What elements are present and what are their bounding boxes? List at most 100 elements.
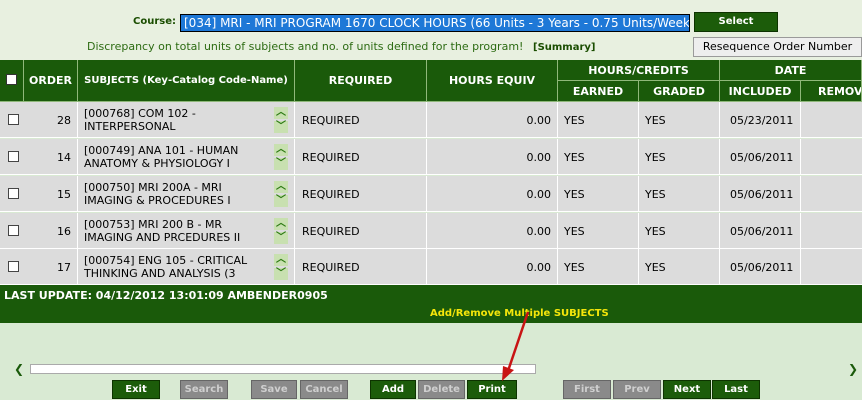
header-removed[interactable]: REMOVE <box>801 81 862 102</box>
cancel-button[interactable]: Cancel <box>300 380 348 399</box>
header-hours-equiv[interactable]: HOURS EQUIV <box>427 60 558 102</box>
row-checkbox[interactable] <box>8 188 19 199</box>
course-label: Course: <box>133 16 176 27</box>
last-button[interactable]: Last <box>712 380 760 399</box>
row-hours-equiv: 0.00 <box>427 213 558 249</box>
table-row[interactable]: 28 [000768] COM 102 - INTERPERSONAL ︿ ﹀ … <box>0 102 862 138</box>
scroll-left-icon[interactable]: ❮ <box>14 362 24 376</box>
row-checkbox[interactable] <box>8 151 19 162</box>
search-button[interactable]: Search <box>180 380 228 399</box>
table-row[interactable]: 15 [000750] MRI 200A - MRI IMAGING & PRO… <box>0 176 862 212</box>
row-subject-line2: IMAGING AND PRCEDURES II <box>84 231 241 244</box>
table-row[interactable]: 16 [000753] MRI 200 B - MR IMAGING AND P… <box>0 213 862 249</box>
row-hours-equiv: 0.00 <box>427 176 558 212</box>
chevron-up-icon[interactable]: ︿ <box>274 107 288 119</box>
row-subject-line1: [000749] ANA 101 - HUMAN <box>84 144 239 157</box>
course-form: Course: [034] MRI - MRI PROGRAM 1670 CLO… <box>0 0 862 60</box>
row-included-date: 05/23/2011 <box>720 102 801 138</box>
header-required[interactable]: REQUIRED <box>295 60 427 102</box>
add-remove-multiple-link[interactable]: Add/Remove Multiple SUBJECTS <box>430 308 609 319</box>
header-date: DATE <box>720 60 862 81</box>
row-graded: YES <box>639 249 720 285</box>
row-required: REQUIRED <box>295 102 427 138</box>
row-order: 16 <box>24 213 78 249</box>
select-button[interactable]: Select <box>694 12 778 32</box>
row-hours-equiv: 0.00 <box>427 139 558 175</box>
table-row[interactable]: 17 [000754] ENG 105 - CRITICAL THINKING … <box>0 249 862 285</box>
row-subject-line2: INTERPERSONAL <box>84 120 176 133</box>
exit-button[interactable]: Exit <box>112 380 160 399</box>
last-update-bar: LAST UPDATE: 04/12/2012 13:01:09 AMBENDE… <box>0 285 862 323</box>
row-required: REQUIRED <box>295 139 427 175</box>
row-earned: YES <box>558 249 639 285</box>
chevron-down-icon[interactable]: ﹀ <box>274 232 288 244</box>
row-subject-line1: [000753] MRI 200 B - MR <box>84 218 223 231</box>
row-subject-line1: [000754] ENG 105 - CRITICAL <box>84 254 248 267</box>
row-included-date: 05/06/2011 <box>720 213 801 249</box>
row-required: REQUIRED <box>295 213 427 249</box>
reorder-arrows[interactable]: ︿ ﹀ <box>274 254 288 280</box>
discrepancy-message: Discrepancy on total units of subjects a… <box>87 40 524 53</box>
row-required: REQUIRED <box>295 176 427 212</box>
row-subject-line1: [000768] COM 102 - <box>84 107 196 120</box>
header-subjects[interactable]: SUBJECTS (Key-Catalog Code-Name) <box>78 60 295 102</box>
chevron-up-icon[interactable]: ︿ <box>274 254 288 266</box>
reorder-arrows[interactable]: ︿ ﹀ <box>274 107 288 133</box>
row-graded: YES <box>639 139 720 175</box>
next-button[interactable]: Next <box>663 380 711 399</box>
row-earned: YES <box>558 213 639 249</box>
row-earned: YES <box>558 102 639 138</box>
row-graded: YES <box>639 102 720 138</box>
header-included[interactable]: INCLUDED <box>720 81 801 102</box>
save-button[interactable]: Save <box>251 380 297 399</box>
row-graded: YES <box>639 213 720 249</box>
chevron-down-icon[interactable]: ﹀ <box>274 195 288 207</box>
header-earned[interactable]: EARNED <box>558 81 639 102</box>
row-included-date: 05/06/2011 <box>720 176 801 212</box>
add-button[interactable]: Add <box>370 380 416 399</box>
row-hours-equiv: 0.00 <box>427 249 558 285</box>
row-checkbox[interactable] <box>8 261 19 272</box>
chevron-up-icon[interactable]: ︿ <box>274 218 288 230</box>
delete-button[interactable]: Delete <box>418 380 465 399</box>
row-hours-equiv: 0.00 <box>427 102 558 138</box>
chevron-up-icon[interactable]: ︿ <box>274 181 288 193</box>
resequence-order-button[interactable]: Resequence Order Number <box>693 37 862 57</box>
reorder-arrows[interactable]: ︿ ﹀ <box>274 144 288 170</box>
print-button[interactable]: Print <box>467 380 517 399</box>
row-subject-line2: ANATOMY & PHYSIOLOGY I <box>84 157 230 170</box>
header-order[interactable]: ORDER <box>24 60 78 102</box>
row-checkbox[interactable] <box>8 114 19 125</box>
scroll-right-icon[interactable]: ❯ <box>848 362 858 376</box>
row-included-date: 05/06/2011 <box>720 139 801 175</box>
reorder-arrows[interactable]: ︿ ﹀ <box>274 181 288 207</box>
row-subject-line1: [000750] MRI 200A - MRI <box>84 181 222 194</box>
row-removed-date <box>801 139 862 175</box>
row-removed-date <box>801 102 862 138</box>
row-order: 17 <box>24 249 78 285</box>
reorder-arrows[interactable]: ︿ ﹀ <box>274 218 288 244</box>
row-checkbox[interactable] <box>8 225 19 236</box>
row-earned: YES <box>558 139 639 175</box>
header-graded[interactable]: GRADED <box>639 81 720 102</box>
select-all-checkbox[interactable] <box>6 74 17 85</box>
chevron-up-icon[interactable]: ︿ <box>274 144 288 156</box>
table-row[interactable]: 14 [000749] ANA 101 - HUMAN ANATOMY & PH… <box>0 139 862 175</box>
scrollbar-thumb[interactable] <box>30 364 536 374</box>
first-button[interactable]: First <box>563 380 611 399</box>
summary-link[interactable]: [Summary] <box>533 42 596 53</box>
chevron-down-icon[interactable]: ﹀ <box>274 121 288 133</box>
row-subject-line2: THINKING AND ANALYSIS (3 <box>84 267 236 280</box>
row-included-date: 05/06/2011 <box>720 249 801 285</box>
row-order: 15 <box>24 176 78 212</box>
row-removed-date <box>801 176 862 212</box>
chevron-down-icon[interactable]: ﹀ <box>274 158 288 170</box>
course-select[interactable]: [034] MRI - MRI PROGRAM 1670 CLOCK HOURS… <box>180 14 690 32</box>
row-removed-date <box>801 249 862 285</box>
chevron-down-icon[interactable]: ﹀ <box>274 268 288 280</box>
header-hours-credits: HOURS/CREDITS <box>558 60 720 81</box>
row-earned: YES <box>558 176 639 212</box>
prev-button[interactable]: Prev <box>613 380 661 399</box>
row-order: 14 <box>24 139 78 175</box>
header-select-all-cell <box>0 60 24 102</box>
